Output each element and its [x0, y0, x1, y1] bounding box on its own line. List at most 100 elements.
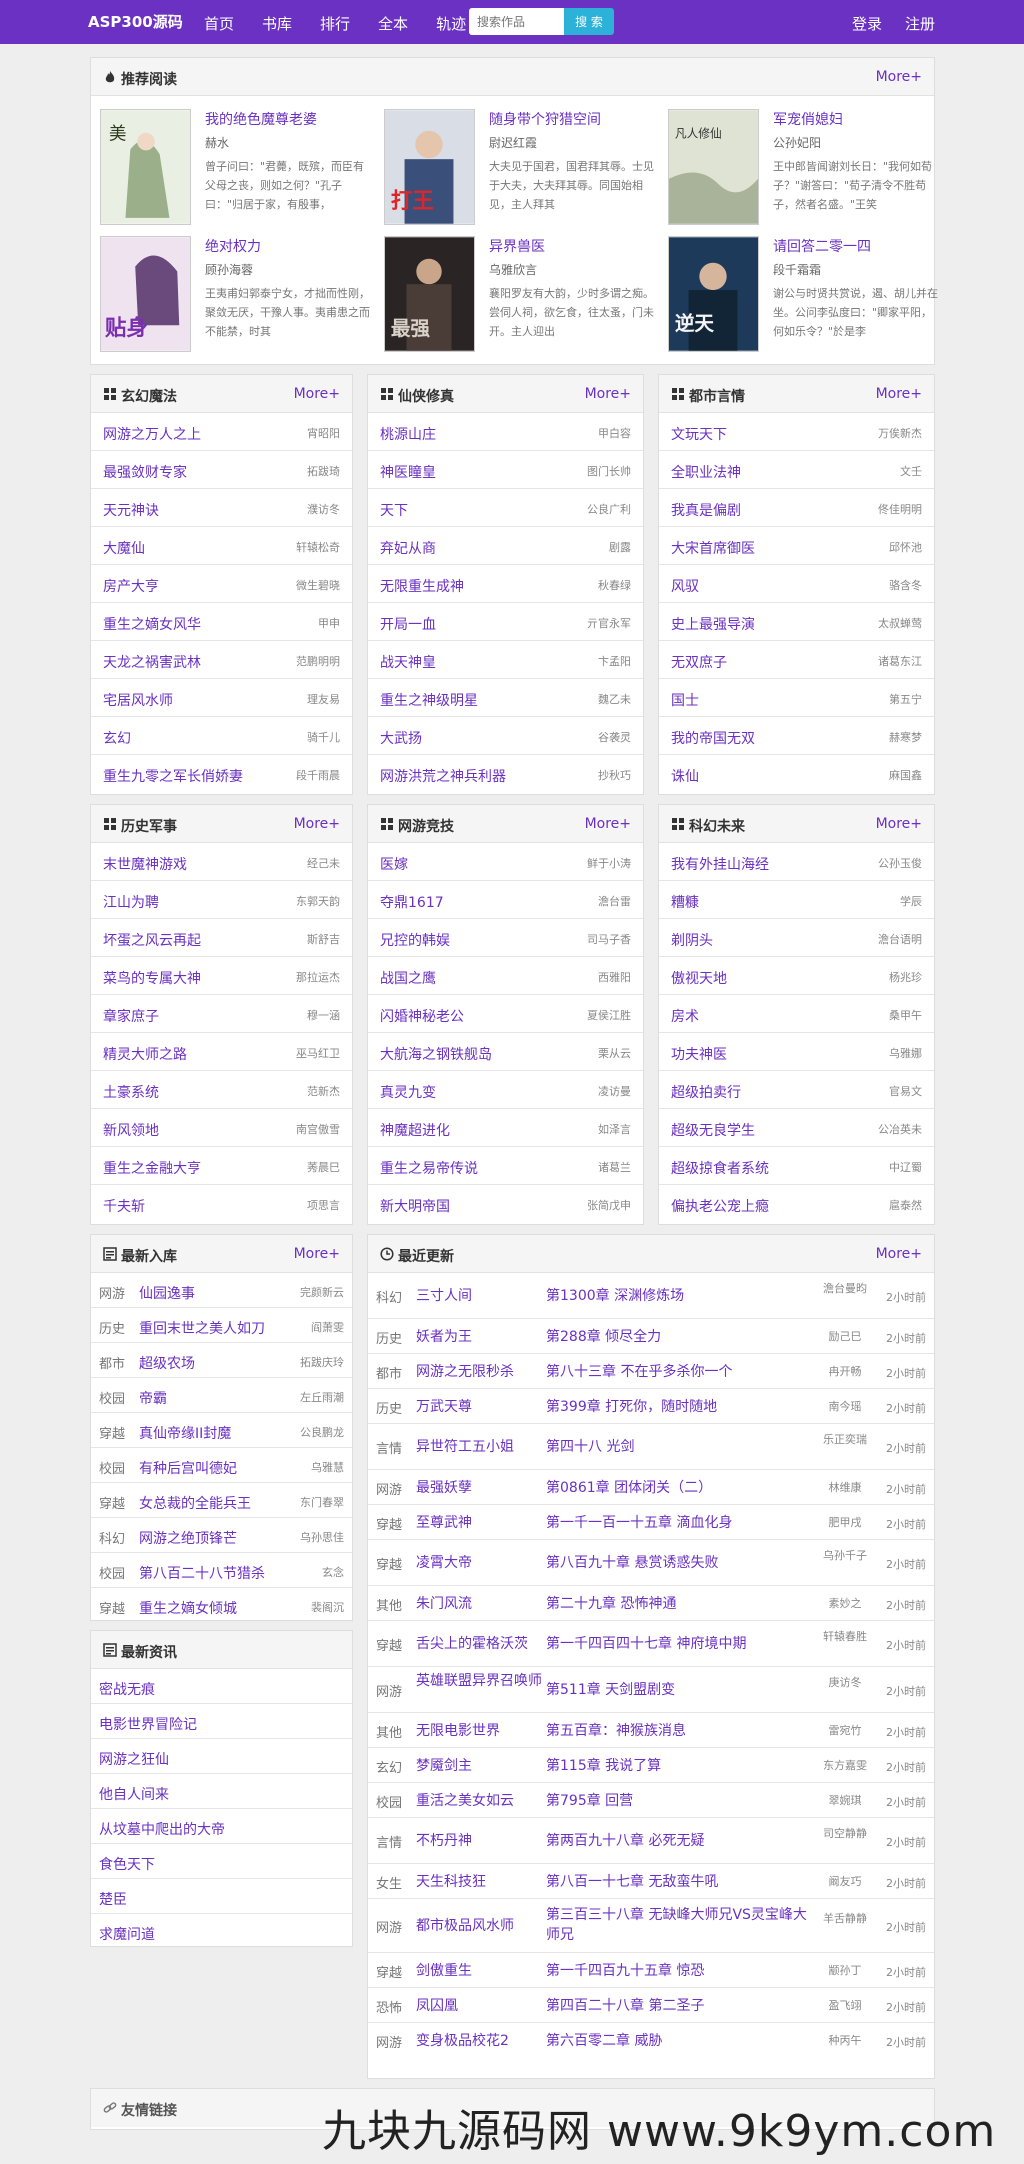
book-link[interactable]: 超级拍卖行 — [671, 1082, 741, 1102]
book-link[interactable]: 网游之万人之上 — [103, 424, 201, 444]
update-row[interactable]: 其他 朱门风流 第二十九章 恐怖神通 素妙之 2小时前 — [368, 1586, 934, 1621]
list-item[interactable]: 糟糠 学辰 — [659, 881, 934, 919]
book-link[interactable]: 末世魔神游戏 — [103, 854, 187, 874]
more-link[interactable]: More+ — [294, 816, 340, 832]
news-link[interactable]: 食色天下 — [99, 1854, 155, 1874]
update-row[interactable]: 穿越 至尊武神 第一千一百一十五章 滴血化身 肥甲戌 2小时前 — [368, 1505, 934, 1540]
book-link[interactable]: 桃源山庄 — [380, 424, 436, 444]
book-link[interactable]: 剃阴头 — [671, 930, 713, 950]
book-link[interactable]: 大魔仙 — [103, 538, 145, 558]
book-link[interactable]: 我真是偏剧 — [671, 500, 741, 520]
chapter-link[interactable]: 第五百章：神猴族消息 — [546, 1721, 816, 1741]
list-item[interactable]: 网游之万人之上 宵昭阳 — [91, 413, 352, 451]
list-item[interactable]: 历史 重回末世之美人如刀 阎萧雯 — [91, 1308, 352, 1343]
list-item[interactable]: 最强敛财专家 拓跋琦 — [91, 451, 352, 489]
book-link[interactable]: 重生之神级明星 — [380, 690, 478, 710]
chapter-link[interactable]: 第八十三章 不在乎多杀你一个 — [546, 1362, 816, 1382]
nav-complete[interactable]: 全本 — [378, 13, 408, 34]
chapter-link[interactable]: 第399章 打死你，随时随地 — [546, 1397, 816, 1417]
list-item[interactable]: 诛仙 麻国鑫 — [659, 755, 934, 793]
search-button[interactable]: 搜 索 — [564, 8, 614, 35]
book-link[interactable]: 坏蛋之风云再起 — [103, 930, 201, 950]
more-link[interactable]: More+ — [294, 386, 340, 402]
book-link[interactable]: 无限重生成神 — [380, 576, 464, 596]
book-link[interactable]: 糟糠 — [671, 892, 699, 912]
book-link[interactable]: 最强妖孽 — [416, 1478, 556, 1498]
list-item[interactable]: 重生九零之军长俏娇妻 段千雨晨 — [91, 755, 352, 793]
list-item[interactable]: 国士 第五宁 — [659, 679, 934, 717]
update-row[interactable]: 都市 网游之无限秒杀 第八十三章 不在乎多杀你一个 冉开畅 2小时前 — [368, 1354, 934, 1389]
book-link[interactable]: 有种后宫叫德妃 — [139, 1458, 237, 1478]
book-link[interactable]: 战天神皇 — [380, 652, 436, 672]
update-row[interactable]: 穿越 凌霄大帝 第八百九十章 悬赏诱惑失败 乌孙千子 2小时前 — [368, 1540, 934, 1586]
list-item[interactable]: 史上最强导演 太叔蝉莺 — [659, 603, 934, 641]
book-link[interactable]: 风驭 — [671, 576, 699, 596]
update-row[interactable]: 网游 变身极品校花2 第六百零二章 威胁 种丙午 2小时前 — [368, 2023, 934, 2058]
chapter-link[interactable]: 第六百零二章 威胁 — [546, 2031, 816, 2051]
book-link[interactable]: 重生之易帝传说 — [380, 1158, 478, 1178]
book-title[interactable]: 异界兽医 — [489, 236, 545, 256]
book-link[interactable]: 房产大亨 — [103, 576, 159, 596]
list-item[interactable]: 天龙之祸害武林 范鹏明明 — [91, 641, 352, 679]
list-item[interactable]: 校园 帝霸 左丘雨潮 — [91, 1378, 352, 1413]
chapter-link[interactable]: 第一千一百一十五章 滴血化身 — [546, 1513, 816, 1533]
list-item[interactable]: 新风领地 南宫傲雪 — [91, 1109, 352, 1147]
book-link[interactable]: 神医瞳皇 — [380, 462, 436, 482]
book-link[interactable]: 兄控的韩娱 — [380, 930, 450, 950]
list-item[interactable]: 战天神皇 卞孟阳 — [368, 641, 643, 679]
nav-home[interactable]: 首页 — [204, 13, 234, 34]
book-link[interactable]: 凌霄大帝 — [416, 1553, 556, 1573]
list-item[interactable]: 重生之嫡女风华 甲申 — [91, 603, 352, 641]
book-link[interactable]: 重生之嫡女风华 — [103, 614, 201, 634]
book-link[interactable]: 千夫斩 — [103, 1196, 145, 1216]
chapter-link[interactable]: 第一千四百四十七章 神府境中期 — [546, 1634, 816, 1654]
book-card[interactable]: 贴身 绝对权力 顾孙海蓉 王夷甫妇郭泰宁女，才拙而性刚，聚敛无厌，干豫人事。夷甫… — [100, 236, 370, 354]
book-link[interactable]: 朱门风流 — [416, 1594, 556, 1614]
list-item[interactable]: 穿越 真仙帝缘II封魔 公良鹏龙 — [91, 1413, 352, 1448]
list-item[interactable]: 桃源山庄 甲白容 — [368, 413, 643, 451]
list-item[interactable]: 偏执老公宠上瘾 扈泰然 — [659, 1185, 934, 1223]
list-item[interactable]: 章家庶子 穆一涵 — [91, 995, 352, 1033]
list-item[interactable]: 房术 桑甲午 — [659, 995, 934, 1033]
book-card[interactable]: 美 我的绝色魔尊老婆 赫水 曾子问曰："君薨，既殡，而臣有父母之丧，则如之何？"… — [100, 109, 370, 227]
book-link[interactable]: 我的帝国无双 — [671, 728, 755, 748]
list-item[interactable]: 玄幻 骑千儿 — [91, 717, 352, 755]
book-link[interactable]: 帝霸 — [139, 1388, 167, 1408]
list-item[interactable]: 文玩天下 万俟新杰 — [659, 413, 934, 451]
list-item[interactable]: 神魔超进化 如泽言 — [368, 1109, 643, 1147]
list-item[interactable]: 风驭 骆含冬 — [659, 565, 934, 603]
book-card[interactable]: 逆天 请回答二零一四 段千霜霜 谢公与时贤共赏说，遏、胡儿并在坐。公问李弘度曰：… — [668, 236, 938, 354]
list-item[interactable]: 网游 仙园逸事 完颜新云 — [91, 1273, 352, 1308]
login-link[interactable]: 登录 — [852, 13, 882, 34]
book-link[interactable]: 重生之嫡女倾城 — [139, 1598, 237, 1618]
book-link[interactable]: 神魔超进化 — [380, 1120, 450, 1140]
list-item[interactable]: 校园 第八百二十八节猎杀 玄念 — [91, 1553, 352, 1588]
news-link[interactable]: 求魔问道 — [99, 1924, 155, 1944]
list-item[interactable]: 大宋首席御医 邱怀池 — [659, 527, 934, 565]
chapter-link[interactable]: 第1300章 深渊修炼场 — [546, 1286, 816, 1306]
update-row[interactable]: 科幻 三寸人间 第1300章 深渊修炼场 澹台曼昀 2小时前 — [368, 1273, 934, 1319]
book-link[interactable]: 文玩天下 — [671, 424, 727, 444]
news-link[interactable]: 楚臣 — [99, 1889, 127, 1909]
list-item[interactable]: 傲视天地 杨兆珍 — [659, 957, 934, 995]
news-link[interactable]: 电影世界冒险记 — [99, 1714, 197, 1734]
update-row[interactable]: 言情 不朽丹神 第两百九十八章 必死无疑 司空静静 2小时前 — [368, 1818, 934, 1864]
book-link[interactable]: 开局一血 — [380, 614, 436, 634]
list-item[interactable]: 闪婚神秘老公 夏侯江胜 — [368, 995, 643, 1033]
list-item[interactable]: 坏蛋之风云再起 斯舒吉 — [91, 919, 352, 957]
book-link[interactable]: 真灵九变 — [380, 1082, 436, 1102]
book-link[interactable]: 仙园逸事 — [139, 1283, 195, 1303]
book-link[interactable]: 大宋首席御医 — [671, 538, 755, 558]
list-item[interactable]: 天元神诀 濮访冬 — [91, 489, 352, 527]
list-item[interactable]: 新大明帝国 张简戊申 — [368, 1185, 643, 1223]
list-item[interactable]: 大武扬 谷袭灵 — [368, 717, 643, 755]
nav-history[interactable]: 轨迹 — [436, 13, 466, 34]
chapter-link[interactable]: 第四十八 光剑 — [546, 1437, 816, 1457]
list-item[interactable]: 神医瞳皇 图门长帅 — [368, 451, 643, 489]
list-item[interactable]: 精灵大师之路 巫马红卫 — [91, 1033, 352, 1071]
book-link[interactable]: 土豪系统 — [103, 1082, 159, 1102]
list-item[interactable]: 菜鸟的专属大神 那拉运杰 — [91, 957, 352, 995]
book-link[interactable]: 妖者为王 — [416, 1327, 556, 1347]
update-row[interactable]: 玄幻 梦魇剑主 第115章 我说了算 东方嘉雯 2小时前 — [368, 1748, 934, 1783]
update-row[interactable]: 言情 异世符工五小姐 第四十八 光剑 乐正奕瑞 2小时前 — [368, 1424, 934, 1470]
